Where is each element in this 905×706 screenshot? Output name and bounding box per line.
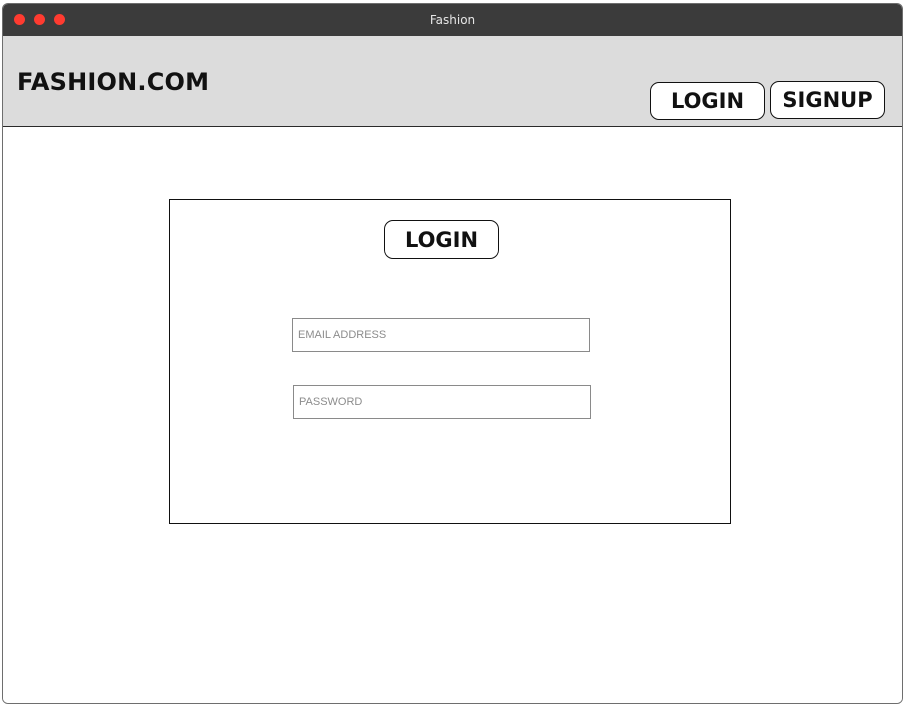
site-header: FASHION.COM LOGIN SIGNUP	[3, 36, 902, 127]
login-card-title[interactable]: LOGIN	[384, 220, 499, 259]
password-field[interactable]	[293, 385, 591, 419]
nav-signup-button[interactable]: SIGNUP	[770, 81, 885, 119]
login-card: LOGIN	[169, 199, 731, 524]
main-content: LOGIN	[3, 127, 902, 703]
app-window: Fashion FASHION.COM LOGIN SIGNUP LOGIN	[2, 3, 903, 704]
brand-logo[interactable]: FASHION.COM	[17, 68, 209, 96]
window-title: Fashion	[429, 13, 476, 27]
title-bar: Fashion	[3, 4, 902, 36]
nav-login-button[interactable]: LOGIN	[650, 82, 765, 120]
email-field[interactable]	[292, 318, 590, 352]
